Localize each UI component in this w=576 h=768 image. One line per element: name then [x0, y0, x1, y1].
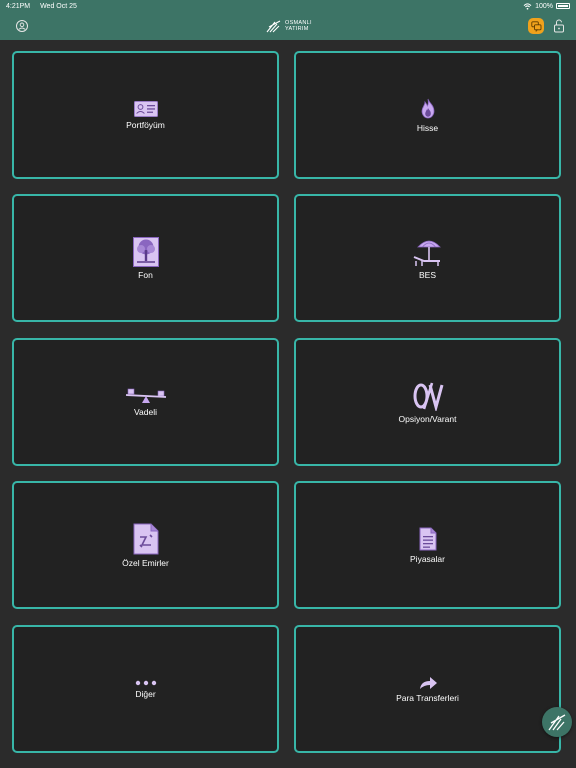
status-date: Wed Oct 25: [40, 2, 77, 10]
logo-mark-icon: [266, 20, 281, 33]
option-warrant-icon: [413, 382, 443, 411]
status-left: 4:21PM Wed Oct 25: [6, 3, 85, 10]
seesaw-icon: [125, 388, 166, 403]
osmanli-yatirim-logo: OSMANLI YATIRIM: [266, 17, 312, 35]
wifi-icon: [523, 2, 532, 10]
logo-line-2: YATIRIM: [285, 26, 309, 32]
tree-icon: [132, 236, 159, 267]
logo-text: OSMANLI YATIRIM: [285, 20, 312, 32]
beach-umbrella-icon: [413, 240, 441, 266]
status-bar: 4:21PM Wed Oct 25 100%: [0, 0, 576, 12]
battery-icon: [556, 3, 570, 9]
tile-vadeli[interactable]: Vadeli: [12, 338, 279, 466]
share-arrow-icon: [419, 676, 437, 689]
tile-bes[interactable]: BES: [294, 194, 561, 322]
tile-label: Vadeli: [134, 406, 157, 417]
status-time: 4:21PM: [6, 2, 31, 10]
tile-opsiyon-varant[interactable]: Opsiyon/Varant: [294, 338, 561, 466]
tile-label: Opsiyon/Varant: [398, 413, 457, 424]
unlock-icon[interactable]: [553, 19, 565, 33]
tile-label: Piyasalar: [410, 553, 445, 564]
tile-label: Fon: [138, 269, 153, 280]
profile-button[interactable]: [16, 20, 28, 32]
tile-label: Diğer: [135, 688, 156, 699]
tile-ozel-emirler[interactable]: Özel Emirler: [12, 481, 279, 609]
special-order-document-icon: [133, 523, 158, 554]
chat-icon: [530, 20, 541, 32]
tile-hisse[interactable]: Hisse: [294, 51, 561, 179]
tile-label: Para Transferleri: [396, 692, 459, 703]
more-dots-icon: [135, 680, 156, 685]
tile-label: Portföyüm: [126, 119, 165, 130]
tile-para-transferleri[interactable]: Para Transferleri: [294, 625, 561, 753]
document-icon: [419, 527, 436, 550]
logo-mark-icon: [548, 714, 566, 731]
tile-label: Özel Emirler: [122, 557, 169, 568]
id-card-icon: [133, 100, 158, 117]
chat-button[interactable]: [528, 18, 544, 34]
tile-fon[interactable]: Fon: [12, 194, 279, 322]
battery-percent: 100%: [535, 2, 553, 10]
tile-label: Hisse: [416, 122, 439, 133]
fire-icon: [421, 98, 434, 118]
floating-logo-button[interactable]: [542, 707, 572, 737]
tile-portfoyum[interactable]: Portföyüm: [12, 51, 279, 179]
tile-diger[interactable]: Diğer: [12, 625, 279, 753]
app-header: OSMANLI YATIRIM: [0, 12, 576, 40]
status-right: 100%: [523, 3, 570, 10]
tile-label: BES: [418, 269, 436, 280]
user-icon: [18, 22, 26, 30]
tile-piyasalar[interactable]: Piyasalar: [294, 481, 561, 609]
